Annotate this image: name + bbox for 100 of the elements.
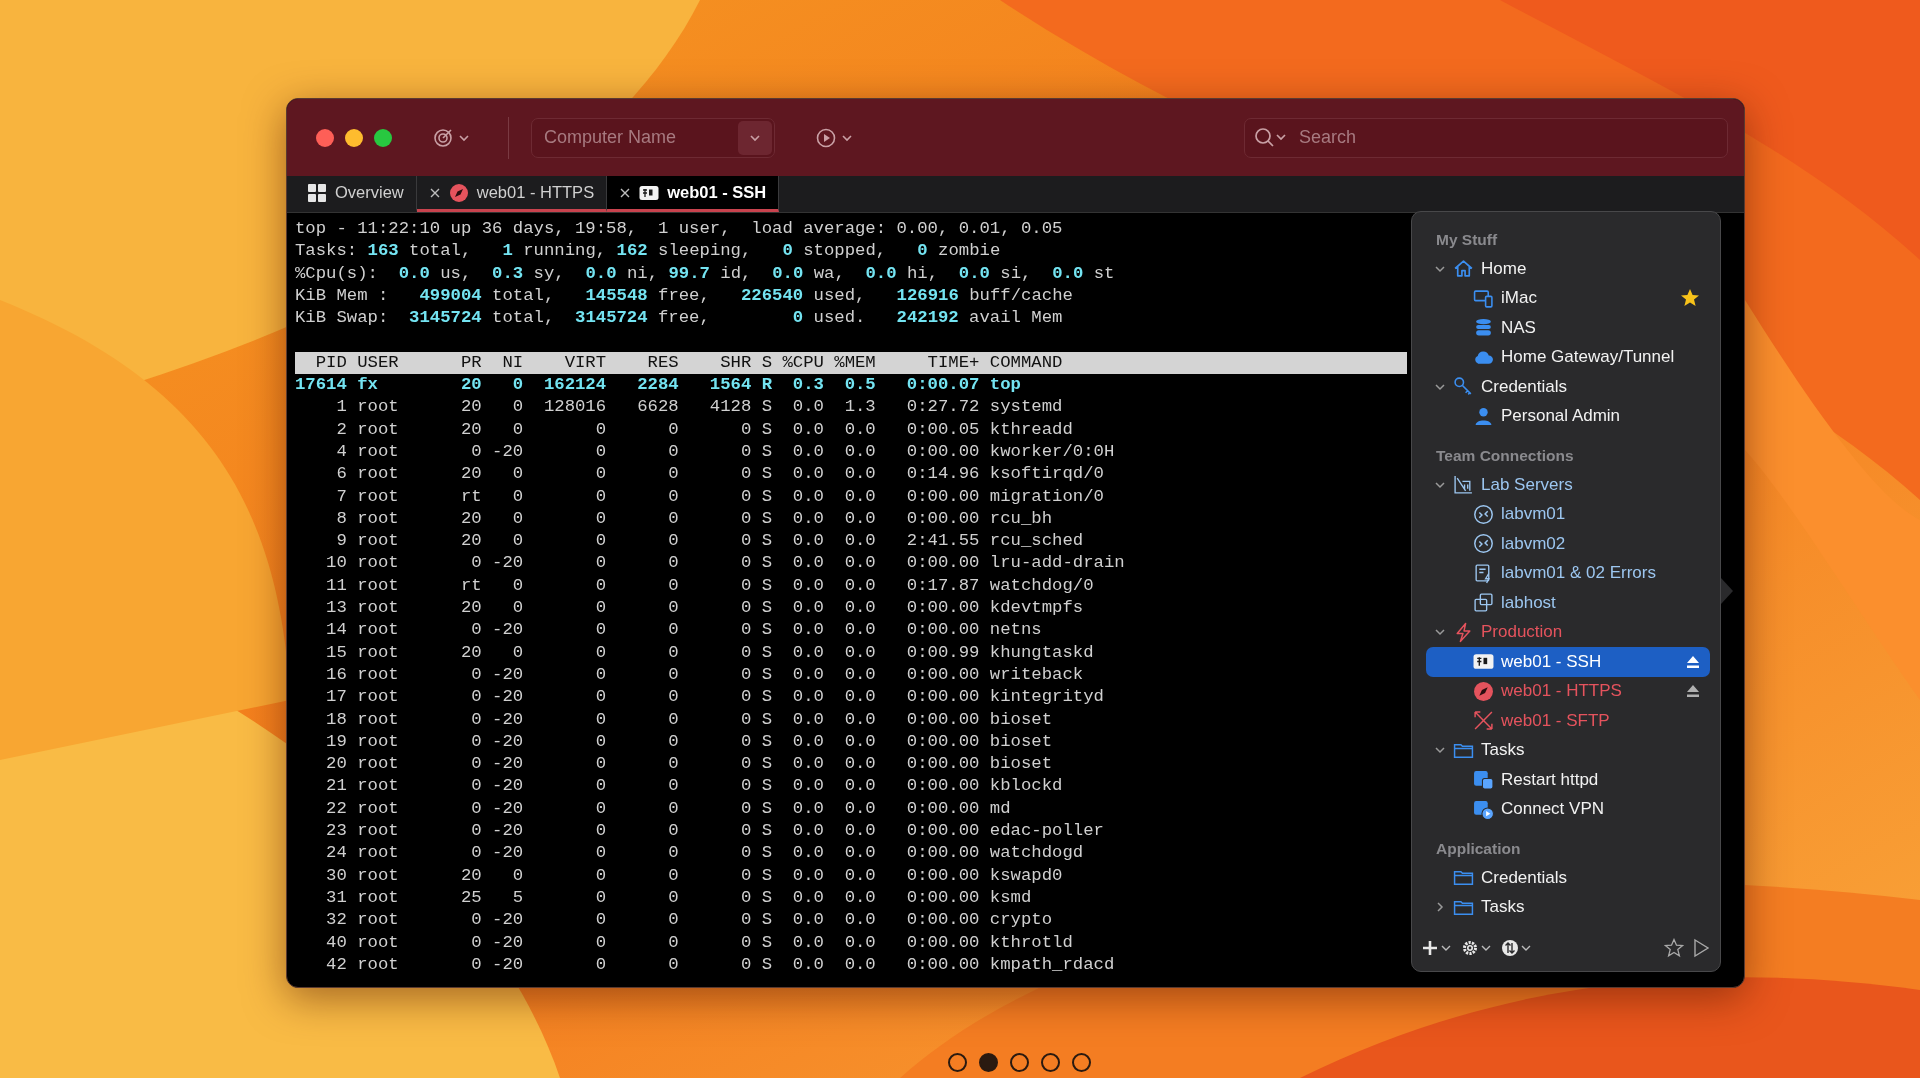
sidebar-item[interactable]: labvm01 & 02 Errors: [1426, 558, 1710, 588]
process-line: 13 root 20 0 0 0 0 S 0.0 0.0 0:00.00 kdevtmpfs: [325, 597, 1085, 620]
section-heading: Application: [1435, 839, 1522, 859]
process-line: 40 root 0 -20 0 0 0 S 0.0 0.0 0:00.00 kthrotld: [325, 931, 1074, 954]
sidebar-item[interactable]: NAS: [1426, 313, 1710, 343]
process-line: 9 root 20 0 0 0 0 S 0.0 0.0 2:41.55 rcu_sched: [335, 530, 1085, 553]
key-icon: [1453, 376, 1474, 398]
eject-icon[interactable]: [1686, 684, 1700, 699]
sidebar-item[interactable]: Lab Servers: [1426, 470, 1710, 500]
sidebar-item[interactable]: Home: [1426, 254, 1710, 284]
process-line: 11 root rt 0 0 0 0 S 0.0 0.0 0:17.87 watchdog/0: [325, 574, 1095, 597]
sidebar-item[interactable]: web01 - SFTP: [1426, 706, 1710, 736]
tab[interactable]: web01 - HTTPS: [416, 176, 608, 212]
page-dot[interactable]: [1041, 1053, 1060, 1072]
process-line: 23 root 0 -20 0 0 0 S 0.0 0.0 0:00.00 edac-poller: [325, 820, 1105, 842]
terminal-line: %Cpu(s): 0.0 us, 0.3 sy, 0.0 ni, 99.7 id, 0.0 wa, 0.0 hi, 0.0 si, 0.0 st: [295, 262, 1116, 285]
item-label: Tasks: [1481, 897, 1525, 918]
remote-desktop-icon: [1473, 533, 1494, 555]
process-line: 16 root 0 -20 0 0 0 S 0.0 0.0 0:00.00 writeback: [325, 663, 1085, 686]
page-dot[interactable]: [948, 1053, 967, 1072]
item-label: web01 - SSH: [1501, 651, 1602, 672]
process-line: 6 root 20 0 0 0 0 S 0.0 0.0 0:14.96 ksoftirqd/0: [335, 463, 1105, 486]
remote-desktop-icon: [1473, 503, 1494, 525]
process-line: 7 root rt 0 0 0 0 S 0.0 0.0 0:00.00 migration/0: [335, 485, 1105, 508]
tab[interactable]: web01 - SSH: [607, 176, 780, 212]
person-icon: [1473, 405, 1494, 427]
process-line: 20 root 0 -20 0 0 0 S 0.0 0.0 0:00.00 bioset: [325, 753, 1054, 776]
house-icon: [1453, 258, 1474, 280]
item-label: labvm02: [1501, 533, 1566, 554]
item-label: Home Gateway/Tunnel: [1501, 347, 1675, 368]
sidebar-item[interactable]: Tasks: [1426, 892, 1710, 922]
close-icon[interactable]: [428, 186, 441, 199]
item-label: Restart httpd: [1501, 769, 1599, 790]
sidebar-item[interactable]: Tasks: [1426, 735, 1710, 765]
process-line: 17 root 0 -20 0 0 0 S 0.0 0.0 0:00.00 kintegrityd: [325, 686, 1105, 709]
process-line: 8 root 20 0 0 0 0 S 0.0 0.0 0:00.00 rcu_bh: [335, 507, 1054, 530]
terminal-line: top - 11:22:10 up 36 days, 19:58, 1 user, load average: 0.00, 0.01, 0.05: [295, 218, 1064, 240]
sidebar-item[interactable]: Personal Admin: [1426, 401, 1710, 431]
item-label: web01 - SFTP: [1501, 710, 1610, 731]
page-dot[interactable]: [1010, 1053, 1029, 1072]
page-dot[interactable]: [1072, 1053, 1091, 1072]
item-label: web01 - HTTPS: [1501, 681, 1622, 702]
script-play-icon: [1473, 798, 1494, 820]
play-icon: [815, 126, 837, 149]
compass-icon: [448, 182, 469, 203]
sidebar-item[interactable]: Restart httpd: [1426, 765, 1710, 795]
item-label: Production: [1481, 622, 1563, 643]
sidebar-item[interactable]: labhost: [1426, 588, 1710, 618]
target-icon: [432, 126, 454, 149]
section-heading: My Stuff: [1435, 230, 1499, 250]
sidebar-item[interactable]: labvm01: [1426, 499, 1710, 529]
process-line: 42 root 0 -20 0 0 0 S 0.0 0.0 0:00.00 kmpath_rdacd: [325, 953, 1116, 976]
sidebar-item[interactable]: web01 - SSH: [1426, 647, 1710, 677]
item-label: iMac: [1501, 288, 1537, 309]
item-label: labvm01 & 02 Errors: [1501, 563, 1656, 584]
process-line: 22 root 0 -20 0 0 0 S 0.0 0.0 0:00.00 md: [325, 797, 1012, 820]
favorite-button[interactable]: [1664, 938, 1684, 958]
process-line: 21 root 0 -20 0 0 0 S 0.0 0.0 0:00.00 kblockd: [325, 775, 1064, 798]
item-label: Connect VPN: [1501, 799, 1604, 820]
task-icon: [1473, 769, 1494, 791]
sidebar-item[interactable]: Home Gateway/Tunnel: [1426, 342, 1710, 372]
process-line: 17614 fx 20 0 162124 2284 1564 R 0.3 0.5 0:00.07 top: [295, 374, 1022, 397]
minimize-button[interactable]: [345, 128, 363, 147]
zoom-button[interactable]: [374, 128, 392, 147]
windows-stack-icon: [1473, 592, 1494, 614]
process-line: 4 root 0 -20 0 0 0 S 0.0 0.0 0:00.00 kworker/0:0H: [335, 440, 1116, 463]
sidebar-item[interactable]: labvm02: [1426, 529, 1710, 559]
compass-icon: [1473, 680, 1494, 702]
terminal-line: Tasks: 163 total, 1 running, 162 sleeping, 0 stopped, 0 zombie: [295, 240, 1002, 263]
connect-button[interactable]: [1692, 938, 1710, 958]
sidebar-item[interactable]: web01 - HTTPS: [1426, 676, 1710, 706]
process-line: 30 root 20 0 0 0 0 S 0.0 0.0 0:00.00 kswapd0: [325, 864, 1064, 887]
process-line: 32 root 0 -20 0 0 0 S 0.0 0.0 0:00.00 crypto: [325, 909, 1054, 932]
chevron-icon[interactable]: [1434, 901, 1446, 914]
eject-icon[interactable]: [1686, 654, 1700, 669]
process-line: 14 root 0 -20 0 0 0 S 0.0 0.0 0:00.00 netns: [325, 619, 1043, 642]
sidebar-item[interactable]: Credentials: [1426, 372, 1710, 402]
process-line: 1 root 20 0 128016 6628 4128 S 0.0 1.3 0:27.72 systemd: [335, 396, 1064, 419]
sidebar-item[interactable]: Production: [1426, 617, 1710, 647]
process-line: 24 root 0 -20 0 0 0 S 0.0 0.0 0:00.00 watchdogd: [325, 842, 1085, 865]
close-icon[interactable]: [619, 186, 632, 199]
item-label: Home: [1481, 258, 1527, 279]
sidebar-item[interactable]: Connect VPN: [1426, 794, 1710, 824]
search-icon: [1254, 126, 1288, 149]
terminal-line: KiB Mem : 499004 total, 145548 free, 226540 used, 126916 buff/cache: [295, 284, 1074, 307]
server-rack-icon: [1453, 474, 1474, 496]
section-heading: Team Connections: [1435, 446, 1575, 466]
search-field[interactable]: Search: [1244, 117, 1728, 158]
item-label: Personal Admin: [1501, 406, 1621, 427]
close-button[interactable]: [316, 128, 334, 147]
sidebar-item[interactable]: iMac: [1426, 283, 1710, 313]
devices-icon: [1473, 287, 1494, 309]
process-line: 2 root 20 0 0 0 0 S 0.0 0.0 0:00.05 kthreadd: [335, 418, 1074, 441]
process-line: 10 root 0 -20 0 0 0 S 0.0 0.0 0:00.00 lru-add-drain: [325, 552, 1126, 575]
item-label: NAS: [1501, 317, 1536, 338]
terminal-line: KiB Swap: 3145724 total, 3145724 free, 0 used. 242192 avail Mem: [295, 307, 1064, 330]
process-line: 19 root 0 -20 0 0 0 S 0.0 0.0 0:00.00 bioset: [325, 730, 1054, 753]
grid-icon: [307, 182, 327, 203]
item-label: Credentials: [1481, 376, 1567, 397]
sidebar-item[interactable]: Credentials: [1426, 863, 1710, 893]
